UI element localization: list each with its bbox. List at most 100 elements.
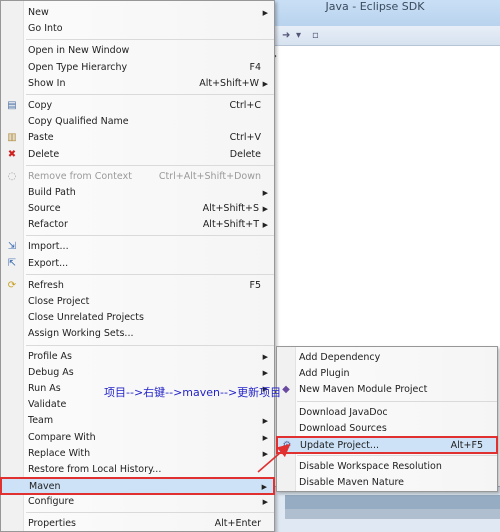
menu-item-label: Maven <box>29 481 61 493</box>
main-toolbar: ➜ ▾ ▫ <box>240 26 500 46</box>
menu-item-label: Open in New Window <box>28 45 130 57</box>
menu-item-label: Close Unrelated Projects <box>28 312 144 324</box>
arrow-right-icon[interactable]: ➜ <box>282 30 290 41</box>
export-icon: ⇱ <box>7 257 17 269</box>
update-project-icon: ⚙ <box>282 439 292 451</box>
refresh-icon: ⟳ <box>7 279 17 291</box>
menu-item-label: Compare With <box>28 431 96 443</box>
menu-item-shortcut: Alt+Shift+T <box>202 219 259 231</box>
menu-item-refresh[interactable]: ⟳ Refresh F5 <box>1 278 274 294</box>
menu-separator <box>26 273 274 275</box>
menu-item-go-into[interactable]: Go Into <box>1 21 274 37</box>
menu-item-update-project[interactable]: ⚙ Update Project... Alt+F5 <box>276 435 498 455</box>
menu-item-copy-qualified-name[interactable]: Copy Qualified Name <box>1 114 274 130</box>
submenu-arrow-icon: ▶ <box>262 79 268 88</box>
dropdown-icon[interactable]: ▾ <box>296 30 301 41</box>
menu-item-label: Import... <box>28 241 69 253</box>
menu-item-source[interactable]: Source Alt+Shift+S ▶ <box>1 201 274 217</box>
menu-item-shortcut: Alt+F5 <box>450 439 483 451</box>
menu-item-shortcut: Alt+Shift+W <box>199 77 259 89</box>
submenu-arrow-icon: ▶ <box>262 9 268 17</box>
menu-item-label: Assign Working Sets... <box>28 328 134 340</box>
menu-item-paste[interactable]: ▥ Paste Ctrl+V <box>1 130 274 146</box>
menu-item-profile-as[interactable]: Profile As ▶ <box>1 349 274 365</box>
menu-item-label: Build Path <box>28 186 76 198</box>
menu-item-shortcut: Alt+Shift+S <box>202 203 259 215</box>
menu-item-build-path[interactable]: Build Path ▶ <box>1 185 274 201</box>
menu-item-add-dependency[interactable]: Add Dependency <box>277 350 497 366</box>
menu-item-new[interactable]: New ▶ <box>1 5 274 21</box>
table-row <box>285 509 500 519</box>
submenu-arrow-icon: ▶ <box>261 483 267 492</box>
menu-item-open-type-hierarchy[interactable]: Open Type Hierarchy F4 <box>1 60 274 76</box>
submenu-arrow-icon: ▶ <box>262 352 268 361</box>
delete-icon: ✖ <box>7 148 17 160</box>
window-title: Java - Eclipse SDK <box>325 0 425 13</box>
menu-item-team[interactable]: Team ▶ <box>1 413 274 429</box>
menu-item-label: Paste <box>28 132 54 144</box>
menu-item-label: Team <box>28 415 54 427</box>
menu-separator <box>26 235 274 237</box>
submenu-arrow-icon: ▶ <box>262 417 268 426</box>
menu-item-label: Download JavaDoc <box>299 406 388 418</box>
menu-item-compare-with[interactable]: Compare With ▶ <box>1 430 274 446</box>
submenu-arrow-icon: ▶ <box>262 188 268 197</box>
menu-item-add-plugin[interactable]: Add Plugin <box>277 366 497 382</box>
menu-item-close-unrelated-projects[interactable]: Close Unrelated Projects <box>1 310 274 326</box>
menu-item-open-in-new-window[interactable]: Open in New Window <box>1 43 274 59</box>
submenu-arrow-icon: ▶ <box>262 449 268 458</box>
menu-item-label: New Maven Module Project <box>299 384 428 396</box>
menu-item-replace-with[interactable]: Replace With ▶ <box>1 446 274 462</box>
menu-item-label: Properties <box>28 518 77 530</box>
menu-item-restore-from-local-history[interactable]: Restore from Local History... <box>1 462 274 478</box>
menu-item-shortcut: F5 <box>249 279 261 291</box>
menu-item-label: Refresh <box>28 279 64 291</box>
menu-item-delete[interactable]: ✖ Delete Delete <box>1 147 274 163</box>
maven-submenu: Add Dependency Add Plugin ◆ New Maven Modul… <box>276 346 498 492</box>
menu-item-new-maven-module-project[interactable]: ◆ New Maven Module Project <box>277 382 497 398</box>
menu-item-label: Add Plugin <box>299 368 350 380</box>
menu-item-label: Run As <box>28 382 61 394</box>
menu-item-debug-as[interactable]: Debug As ▶ <box>1 365 274 381</box>
menu-item-shortcut: Ctrl+Alt+Shift+Down <box>158 170 261 182</box>
menu-item-configure[interactable]: Configure ▶ <box>1 494 274 510</box>
menu-item-export[interactable]: ⇱ Export... <box>1 256 274 272</box>
menu-item-label: Copy <box>28 99 53 111</box>
menu-item-label: Source <box>28 203 61 215</box>
menu-item-label: Refactor <box>28 219 68 231</box>
menu-separator <box>297 400 497 402</box>
menu-item-label: Remove from Context <box>28 170 132 182</box>
context-menu: New ▶ Go Into Open in New Window Open Type H… <box>0 0 275 532</box>
submenu-arrow-icon: ▶ <box>262 498 268 507</box>
menu-item-label: New <box>28 7 49 18</box>
menu-separator <box>26 164 274 166</box>
menu-item-shortcut: F4 <box>249 61 261 73</box>
menu-separator <box>26 344 274 346</box>
menu-item-label: Delete <box>28 148 60 160</box>
remove-context-icon: ◌ <box>7 170 17 182</box>
menu-item-label: Export... <box>28 257 69 269</box>
menu-item-disable-maven-nature[interactable]: Disable Maven Nature <box>277 475 497 491</box>
menu-item-close-project[interactable]: Close Project <box>1 294 274 310</box>
submenu-arrow-icon: ▶ <box>262 205 268 214</box>
menu-item-label: Download Sources <box>299 422 387 434</box>
menu-item-disable-workspace-resolution[interactable]: Disable Workspace Resolution <box>277 459 497 475</box>
menu-item-properties[interactable]: Properties Alt+Enter <box>1 516 274 532</box>
document-icon[interactable]: ▫ <box>312 30 319 41</box>
menu-separator <box>26 93 274 95</box>
menu-item-assign-working-sets[interactable]: Assign Working Sets... <box>1 326 274 342</box>
menu-item-refactor[interactable]: Refactor Alt+Shift+T ▶ <box>1 217 274 233</box>
submenu-arrow-icon: ▶ <box>262 368 268 377</box>
menu-item-copy[interactable]: ▤ Copy Ctrl+C <box>1 98 274 114</box>
menu-item-show-in[interactable]: Show In Alt+Shift+W ▶ <box>1 76 274 92</box>
menu-item-import[interactable]: ⇲ Import... <box>1 239 274 255</box>
menu-separator <box>297 455 497 457</box>
menu-item-download-javadoc[interactable]: Download JavaDoc <box>277 405 497 421</box>
menu-item-download-sources[interactable]: Download Sources <box>277 421 497 437</box>
menu-item-label: Copy Qualified Name <box>28 116 129 128</box>
menu-item-label: Close Project <box>28 296 90 307</box>
menu-item-maven[interactable]: Maven ▶ <box>0 477 275 496</box>
copy-icon: ▤ <box>7 99 17 111</box>
menu-item-label: Show In <box>28 77 66 89</box>
menu-item-shortcut: Alt+Enter <box>214 518 261 530</box>
